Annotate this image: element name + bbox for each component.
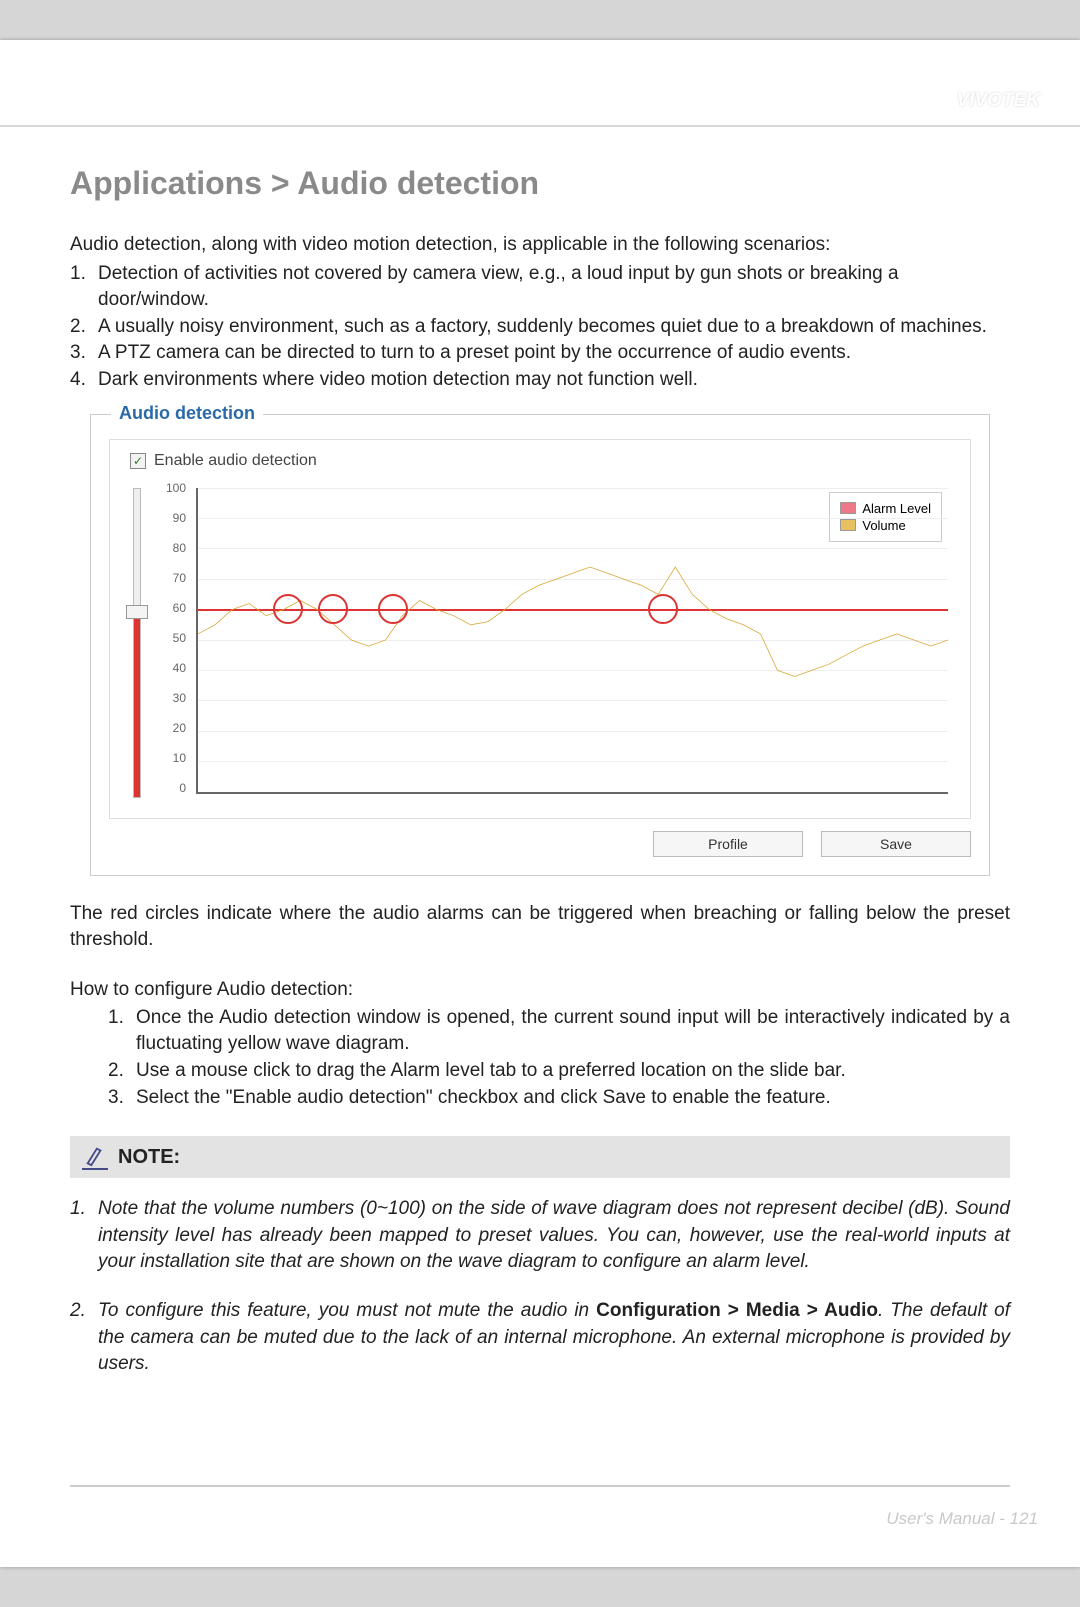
page: VIVOTEK Applications > Audio detection A… bbox=[0, 40, 1080, 1567]
note-label: NOTE: bbox=[118, 1146, 180, 1169]
list-item: 1. Note that the volume numbers (0~100) … bbox=[70, 1196, 1010, 1276]
caption-text: The red circles indicate where the audio… bbox=[70, 901, 1010, 954]
page-title: Applications > Audio detection bbox=[70, 165, 1010, 202]
scenario-list: 1.Detection of activities not covered by… bbox=[70, 261, 1010, 394]
alarm-trigger-circle-icon bbox=[273, 594, 303, 624]
content: Applications > Audio detection Audio det… bbox=[0, 125, 1080, 1378]
note-icon bbox=[82, 1144, 108, 1170]
howto-list: 1.Once the Audio detection window is ope… bbox=[108, 1005, 1010, 1111]
note-header: NOTE: bbox=[70, 1136, 1010, 1178]
footer-text: User's Manual - 121 bbox=[886, 1509, 1038, 1529]
alarm-trigger-circle-icon bbox=[378, 594, 408, 624]
panel-buttons: Profile Save bbox=[109, 831, 971, 857]
list-item: 4.Dark environments where video motion d… bbox=[70, 367, 1010, 394]
header-divider bbox=[0, 125, 1080, 127]
audio-detection-panel: Audio detection ✓ Enable audio detection… bbox=[90, 414, 990, 876]
profile-button[interactable]: Profile bbox=[653, 831, 803, 857]
chart-wrap: 0102030405060708090100 Alarm Level Volum… bbox=[124, 484, 956, 804]
header: VIVOTEK bbox=[0, 40, 1080, 125]
brand-logo: VIVOTEK bbox=[957, 90, 1040, 112]
enable-audio-detection-checkbox[interactable]: ✓ bbox=[130, 453, 146, 469]
panel-inner: ✓ Enable audio detection 010203040506070… bbox=[109, 439, 971, 819]
notes-list: 1. Note that the volume numbers (0~100) … bbox=[70, 1196, 1010, 1378]
footer-divider bbox=[70, 1485, 1010, 1487]
slider-thumb[interactable] bbox=[126, 605, 148, 619]
alarm-level-slider[interactable] bbox=[124, 484, 150, 804]
list-item: 3.A PTZ camera can be directed to turn t… bbox=[70, 340, 1010, 367]
list-item: 2.Use a mouse click to drag the Alarm le… bbox=[108, 1058, 1010, 1085]
intro-text: Audio detection, along with video motion… bbox=[70, 232, 1010, 259]
howto-title: How to configure Audio detection: bbox=[70, 979, 1010, 1001]
enable-checkbox-row: ✓ Enable audio detection bbox=[130, 452, 956, 470]
panel-title: Audio detection bbox=[111, 403, 263, 424]
audio-chart: 0102030405060708090100 Alarm Level Volum… bbox=[156, 484, 956, 804]
list-item: 1.Once the Audio detection window is ope… bbox=[108, 1005, 1010, 1058]
alarm-trigger-circle-icon bbox=[648, 594, 678, 624]
list-item: 3.Select the "Enable audio detection" ch… bbox=[108, 1085, 1010, 1112]
alarm-trigger-circle-icon bbox=[318, 594, 348, 624]
list-item: 2. To configure this feature, you must n… bbox=[70, 1298, 1010, 1378]
list-item: 2.A usually noisy environment, such as a… bbox=[70, 314, 1010, 341]
list-item: 1.Detection of activities not covered by… bbox=[70, 261, 1010, 314]
save-button[interactable]: Save bbox=[821, 831, 971, 857]
checkbox-label: Enable audio detection bbox=[154, 452, 317, 470]
